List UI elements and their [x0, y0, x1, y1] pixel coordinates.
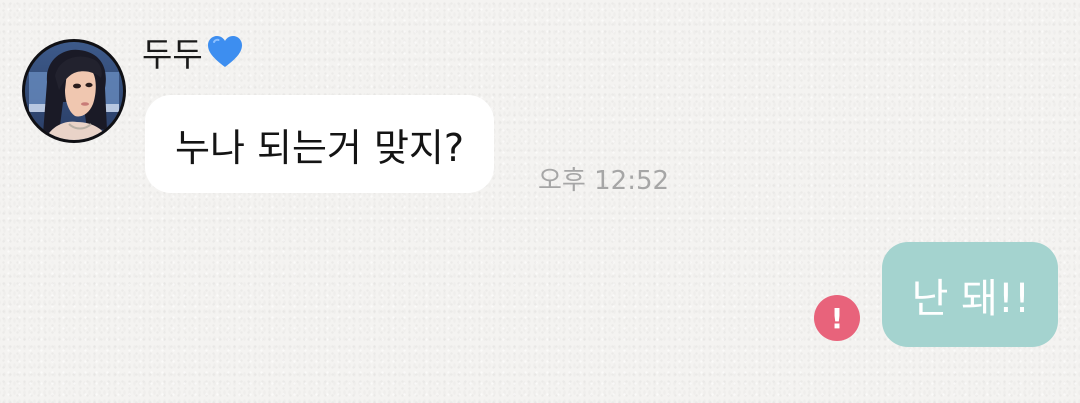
- message-timestamp: 오후 12:52: [538, 166, 670, 196]
- incoming-message-bubble[interactable]: 누나 되는거 맞지?: [145, 95, 495, 193]
- blue-heart-icon: [207, 36, 242, 67]
- outgoing-message-text: 난 돼!!: [911, 275, 1030, 322]
- avatar-image: [25, 42, 123, 140]
- sender-name: 두두: [142, 30, 245, 74]
- error-exclamation-icon[interactable]: !: [814, 295, 860, 341]
- chat-area[interactable]: 두두 누나 되는거 맞지? 오후 12:52 ! 난 돼!!: [0, 0, 1080, 403]
- incoming-message-text: 누나 되는거 맞지?: [175, 125, 465, 170]
- sender-name-text: 두두: [142, 35, 203, 74]
- outgoing-message-bubble[interactable]: 난 돼!!: [881, 242, 1058, 347]
- sender-avatar[interactable]: [22, 39, 126, 143]
